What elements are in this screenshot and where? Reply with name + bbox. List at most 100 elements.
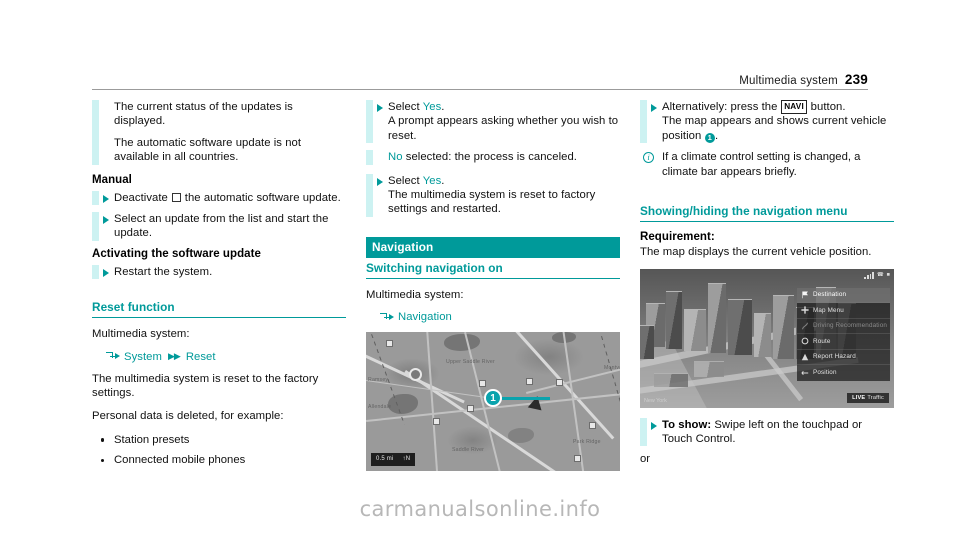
breadcrumb-item-reset[interactable]: Reset <box>186 351 216 363</box>
step-deactivate-text: Deactivate the automatic software update… <box>114 191 346 205</box>
step-navi-sub-post: . <box>715 129 719 142</box>
menu-item-driving-recommendation: Driving Recommendation <box>797 319 890 335</box>
step-to-show: To show: Swipe left on the touchpad or T… <box>640 417 894 447</box>
no-note-rest: selected: the process is canceled. <box>405 151 577 164</box>
step-triangle-icon <box>103 216 109 225</box>
menu-item-label: Driving Recommendation <box>813 322 887 330</box>
step-deactivate-pre: Deactivate <box>114 191 168 204</box>
city-building <box>754 312 771 357</box>
personal-data-list: Station presets Connected mobile phones <box>92 433 346 468</box>
callout-1: 1 <box>484 389 550 408</box>
circle-icon <box>801 337 809 345</box>
flag-icon <box>802 291 808 298</box>
reset-function-heading: Reset function <box>92 300 346 319</box>
no-note-text: No selected: the process is canceled. <box>388 150 620 164</box>
info-icon: i <box>643 151 654 163</box>
signal-strength-icon <box>864 271 874 279</box>
route-icon <box>802 322 808 330</box>
step-navi-pre: Alternatively: press the <box>662 101 778 113</box>
city-building <box>694 360 724 377</box>
site-watermark: carmanualsonline.info <box>359 497 601 521</box>
city-building <box>684 308 706 351</box>
step-navi-post: button. <box>810 101 846 113</box>
yes-option-link[interactable]: Yes <box>423 101 442 113</box>
phone-icon: ☎ <box>876 272 884 279</box>
list-item: Station presets <box>92 433 346 447</box>
menu-item-position[interactable]: Position <box>797 365 890 381</box>
no-option-link[interactable]: No <box>388 151 403 163</box>
battery-icon: ■ <box>886 272 890 279</box>
step-triangle-icon <box>377 104 383 112</box>
menu-item-destination[interactable]: Destination <box>797 287 890 304</box>
map-figure: Upper Saddle River Saddle River Ramsey A… <box>366 332 620 472</box>
step-press-navi-button: Alternatively: press the NAVI button. Th… <box>640 100 894 144</box>
reference-number-1: 1 <box>704 132 716 144</box>
map-poi <box>526 378 533 386</box>
menu-item-label: Route <box>813 337 831 345</box>
city-building <box>640 324 654 359</box>
period: . <box>441 101 445 113</box>
step-select-yes-1-sub: A prompt appears asking whether you wish… <box>388 115 619 142</box>
position-icon <box>801 370 809 375</box>
step-triangle-icon <box>377 177 383 186</box>
breadcrumb-item-navigation[interactable]: Navigation <box>398 311 452 323</box>
step-select-yes-1: Select Yes. A prompt appears asking whet… <box>366 100 620 144</box>
map-poi <box>467 405 474 413</box>
map-scale-value: 0.5 mi <box>376 456 394 463</box>
path-hook-arrow-icon <box>380 312 394 323</box>
compass-icon <box>801 306 809 314</box>
map-poi <box>433 418 440 426</box>
map-poi <box>589 422 596 430</box>
map-scale-bar: 0.5 mi ↑N <box>371 453 416 467</box>
map-poi <box>556 379 563 387</box>
city-building <box>708 282 726 353</box>
multimedia-system-label: Multimedia system: <box>92 328 190 341</box>
yes-option-link[interactable]: Yes <box>423 175 442 187</box>
manual-heading: Manual <box>92 173 132 186</box>
to-show-label: To show: <box>662 418 712 431</box>
personal-data-label: Personal data is deleted, for example: <box>92 410 284 423</box>
manual-page: Multimedia system 239 The current status… <box>0 0 960 533</box>
column-3: Alternatively: press the NAVI button. Th… <box>640 100 894 465</box>
menu-item-route[interactable]: Route <box>797 334 890 350</box>
requirement-text: The map displays the current vehicle pos… <box>640 246 872 259</box>
page-number: 239 <box>844 72 868 87</box>
navigation-menu-overlay: Destination Map Menu Driving Recommendat… <box>797 287 890 381</box>
breadcrumb-system-reset: System ▶▶ Reset <box>106 351 346 363</box>
city-building <box>666 290 682 349</box>
step-triangle-icon <box>103 194 109 203</box>
status-bar: ☎ ■ <box>864 271 890 279</box>
double-chevron-icon: ▶▶ <box>167 351 181 362</box>
step-restart-system: Restart the system. <box>92 264 346 280</box>
showing-hiding-navigation-menu-heading: Showing/hiding the navigation menu <box>640 204 894 223</box>
step-deactivate-auto-update: Deactivate the automatic software update… <box>92 190 346 206</box>
map-label: Ramsey <box>368 377 389 384</box>
menu-item-map-menu[interactable]: Map Menu <box>797 303 890 319</box>
status-note-line-2: The automatic software update is not ava… <box>114 136 302 164</box>
city-building <box>654 372 688 387</box>
breadcrumb-item-system[interactable]: System <box>124 351 162 363</box>
switching-navigation-on-heading: Switching navigation on <box>366 261 620 279</box>
map-label: Upper Saddle River <box>446 359 495 366</box>
checkbox-icon <box>172 193 181 202</box>
menu-item-report-hazard[interactable]: Report Hazard <box>797 350 890 366</box>
select-label: Select <box>388 101 420 113</box>
map-label: Montvale <box>604 365 620 372</box>
column-1: The current status of the updates is dis… <box>92 100 346 474</box>
city-building <box>728 298 752 355</box>
breadcrumb-navigation: Navigation <box>380 311 620 323</box>
city-building <box>773 294 794 359</box>
map-label: Saddle River <box>452 447 485 454</box>
climate-control-note: i If a climate control setting is change… <box>640 150 894 179</box>
navigation-section-banner: Navigation <box>366 236 620 258</box>
path-hook-arrow-icon <box>106 351 120 362</box>
menu-item-label: Report Hazard <box>813 353 856 361</box>
climate-note-text: If a climate control setting is changed,… <box>662 151 861 178</box>
map-poi <box>479 380 486 388</box>
step-restart-text: Restart the system. <box>114 265 213 278</box>
map-north-indicator: ↑N <box>402 456 411 463</box>
navi-button-icon[interactable]: NAVI <box>780 100 808 114</box>
live-badge-sub: Traffic <box>867 394 884 401</box>
list-item: Connected mobile phones <box>92 453 346 467</box>
select-label: Select <box>388 174 420 187</box>
